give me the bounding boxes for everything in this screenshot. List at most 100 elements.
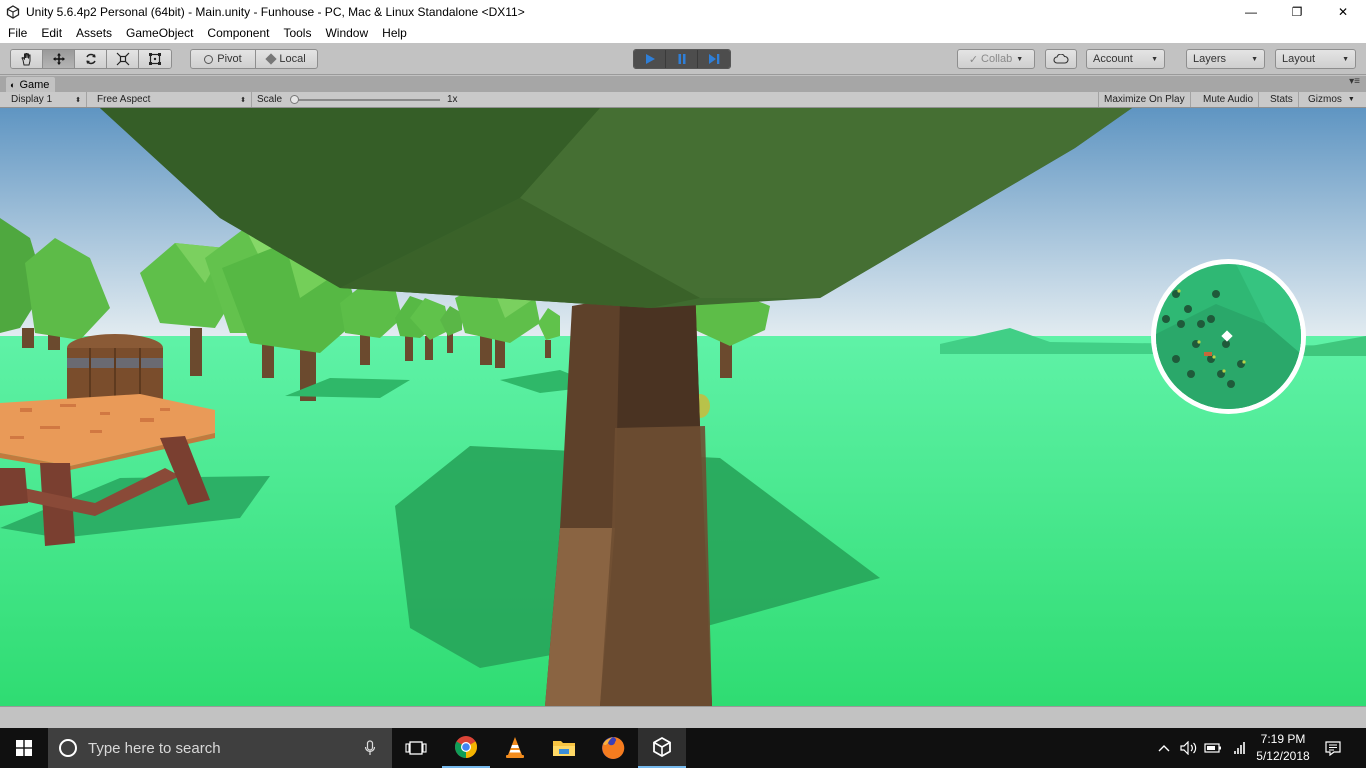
move-tool-button[interactable] — [43, 50, 75, 68]
tray-show-hidden-icon[interactable] — [1152, 728, 1176, 768]
task-view-icon — [405, 741, 427, 755]
cloud-icon — [1053, 54, 1069, 64]
menu-tools[interactable]: Tools — [276, 23, 318, 43]
mute-audio-label: Mute Audio — [1203, 94, 1254, 105]
play-button[interactable] — [634, 50, 666, 68]
menu-help[interactable]: Help — [375, 23, 414, 43]
firefox-icon — [602, 736, 625, 759]
layout-dropdown[interactable]: Layout ▼ — [1275, 49, 1356, 69]
pause-icon — [678, 54, 685, 64]
step-button[interactable] — [698, 50, 730, 68]
tab-menu-icon[interactable]: ▾≡ — [1349, 76, 1360, 87]
unity-icon — [653, 736, 671, 758]
menu-file[interactable]: File — [0, 23, 34, 43]
mute-audio-toggle[interactable]: Mute Audio — [1198, 92, 1260, 107]
window-title: Unity 5.6.4p2 Personal (64bit) - Main.un… — [26, 4, 525, 19]
display-dropdown[interactable]: Display 1 ⬍ — [6, 92, 87, 107]
unity-logo-icon — [6, 4, 20, 19]
account-dropdown[interactable]: Account ▼ — [1086, 49, 1165, 69]
account-dropdown-icon: ▼ — [1151, 55, 1158, 63]
menu-assets[interactable]: Assets — [69, 23, 119, 43]
layout-label: Layout — [1282, 53, 1316, 65]
layout-dropdown-icon: ▼ — [1342, 55, 1349, 63]
rect-tool-button[interactable] — [139, 50, 171, 68]
minimize-icon: — — [1245, 4, 1257, 19]
restore-button[interactable]: ❐ — [1274, 0, 1320, 23]
scale-slider-track[interactable] — [292, 99, 440, 101]
taskbar-chrome[interactable] — [442, 728, 490, 768]
rotate-icon — [85, 53, 96, 65]
aspect-dropdown[interactable]: Free Aspect ⬍ — [92, 92, 252, 107]
rotate-tool-button[interactable] — [75, 50, 107, 68]
close-icon: ✕ — [1337, 4, 1349, 19]
task-view-button[interactable] — [392, 728, 440, 768]
local-label: Local — [279, 53, 306, 65]
search-placeholder: Type here to search — [88, 739, 221, 757]
game-viewport[interactable] — [0, 108, 1366, 706]
menu-window[interactable]: Window — [318, 23, 375, 43]
tab-game[interactable]: ◐ Game — [6, 77, 56, 92]
windows-logo-icon — [16, 740, 32, 756]
volume-icon[interactable] — [1177, 728, 1201, 768]
game-scene — [0, 108, 1366, 706]
start-button[interactable] — [0, 728, 48, 768]
main-tree-trunk — [545, 284, 712, 706]
gizmos-dropdown[interactable]: Gizmos ▼ — [1303, 92, 1360, 107]
scale-tool-button[interactable] — [107, 50, 139, 68]
gizmos-label: Gizmos — [1308, 94, 1342, 105]
taskbar-unity[interactable] — [638, 728, 686, 768]
pivot-toggle[interactable]: Pivot — [190, 49, 256, 69]
collab-button[interactable]: ✓ Collab ▼ — [957, 49, 1035, 69]
aspect-label: Free Aspect — [97, 94, 151, 105]
menu-bar: File Edit Assets GameObject Component To… — [0, 23, 1366, 43]
cloud-button[interactable] — [1045, 49, 1077, 69]
scale-slider-handle[interactable] — [290, 95, 299, 104]
minimap — [1151, 259, 1306, 414]
menu-edit[interactable]: Edit — [34, 23, 69, 43]
play-icon — [645, 54, 655, 64]
pivot-label: Pivot — [217, 53, 242, 65]
taskbar-clock[interactable]: 7:19 PM 5/12/2018 — [1248, 731, 1318, 765]
minimize-button[interactable]: — — [1228, 0, 1274, 23]
chrome-icon — [455, 736, 477, 758]
menu-gameobject[interactable]: GameObject — [119, 23, 200, 43]
collab-label: Collab — [981, 53, 1013, 65]
windows-taskbar: Type here to search 7:19 PM 5/12/2018 — [0, 728, 1366, 768]
vlc-cone-icon — [506, 737, 524, 758]
taskbar-search-box[interactable]: Type here to search — [48, 728, 392, 768]
scale-value: 1x — [447, 94, 458, 105]
playback-controls — [633, 49, 731, 69]
battery-icon[interactable] — [1201, 728, 1225, 768]
microphone-icon[interactable] — [364, 740, 376, 756]
folder-icon — [553, 741, 575, 756]
layers-label: Layers — [1193, 53, 1227, 65]
display-label: Display 1 — [11, 94, 53, 105]
game-tab-strip: ◐ Game ▾≡ — [0, 76, 1366, 92]
layers-dropdown[interactable]: Layers ▼ — [1186, 49, 1265, 69]
pause-button[interactable] — [666, 50, 698, 68]
maximize-on-play-toggle[interactable]: Maximize On Play — [1098, 92, 1191, 107]
local-toggle[interactable]: Local — [255, 49, 318, 69]
hand-tool-button[interactable] — [11, 50, 43, 68]
layers-dropdown-icon: ▼ — [1251, 55, 1258, 63]
maximize-on-play-label: Maximize On Play — [1104, 94, 1185, 105]
gizmos-dropdown-icon: ▼ — [1347, 96, 1355, 103]
minimap-terrain — [1156, 264, 1301, 409]
display-dropdown-icon: ⬍ — [75, 96, 81, 104]
menu-component[interactable]: Component — [200, 23, 276, 43]
wifi-icon[interactable] — [1226, 728, 1250, 768]
move-arrows-icon — [52, 53, 65, 65]
close-button[interactable]: ✕ — [1320, 0, 1366, 23]
action-center-icon[interactable] — [1322, 728, 1344, 768]
hand-icon — [20, 53, 30, 66]
tab-game-label: Game — [19, 78, 50, 91]
account-label: Account — [1093, 53, 1133, 65]
stats-toggle[interactable]: Stats — [1265, 92, 1299, 107]
taskbar-firefox[interactable] — [589, 728, 637, 768]
taskbar-vlc[interactable] — [491, 728, 539, 768]
clock-date: 5/12/2018 — [1256, 749, 1310, 763]
scale-label: Scale — [257, 94, 283, 105]
taskbar-file-explorer[interactable] — [540, 728, 588, 768]
title-bar: Unity 5.6.4p2 Personal (64bit) - Main.un… — [0, 0, 1366, 23]
collab-dropdown-icon: ▼ — [1016, 55, 1024, 63]
